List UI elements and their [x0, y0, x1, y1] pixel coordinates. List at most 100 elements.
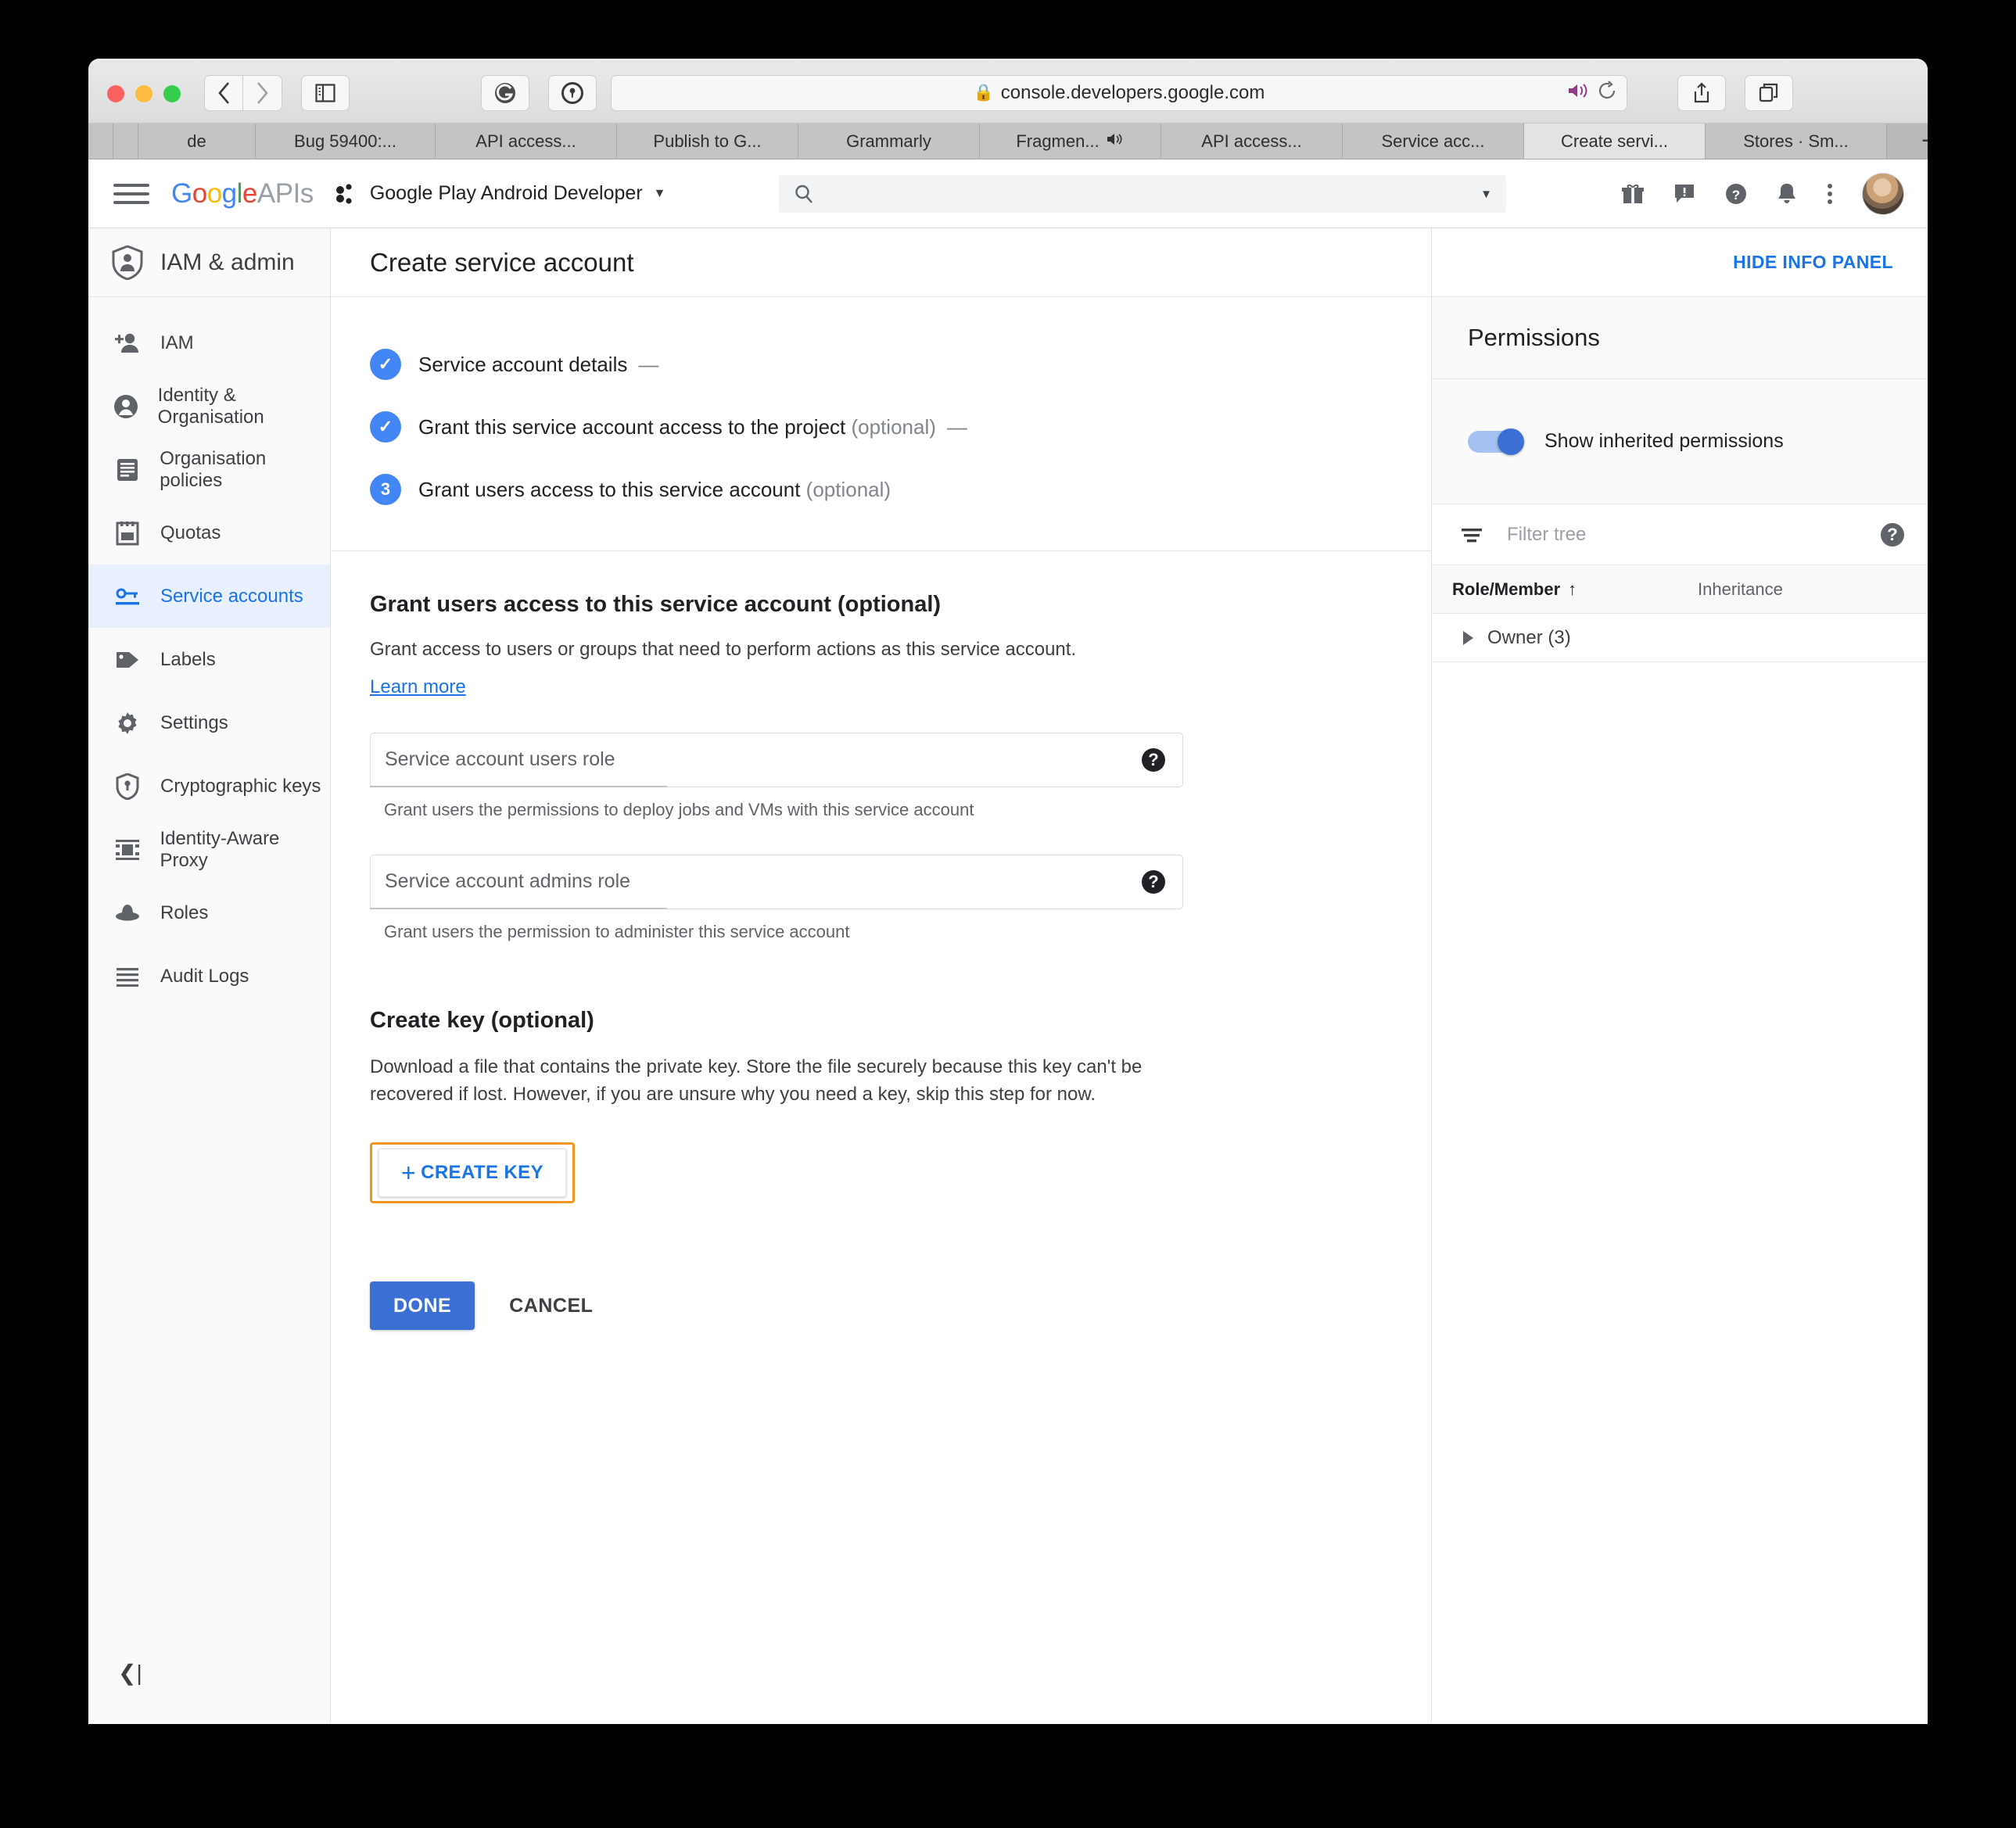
step-complete-check-icon: ✓ [370, 411, 401, 443]
back-button[interactable] [204, 75, 243, 111]
help-icon[interactable]: ? [1142, 869, 1165, 894]
column-header-role-member[interactable]: Role/Member ↑ [1432, 579, 1698, 600]
gift-icon[interactable] [1621, 182, 1645, 206]
tab-overview-button[interactable] [1745, 75, 1793, 111]
tab-overview-icon [1759, 83, 1778, 102]
browser-tab[interactable]: API access... [436, 124, 617, 159]
triangle-right-icon[interactable] [1463, 630, 1473, 645]
browser-tab-label: Fragmen... [1016, 131, 1099, 151]
filter-tree-input[interactable]: Filter tree [1507, 524, 1857, 546]
project-selector[interactable]: Google Play Android Developer ▼ [335, 182, 665, 205]
feedback-icon[interactable] [1673, 182, 1696, 206]
google-apis-logo: GoogleAPIs [171, 178, 314, 210]
person-add-icon [113, 332, 142, 355]
sidebar-item-identity-aware-proxy[interactable]: Identity-Aware Proxy [88, 818, 330, 881]
admins-role-hint: Grant users the permission to administer… [384, 921, 850, 941]
help-icon[interactable]: ? [1724, 182, 1748, 206]
maximize-window-button[interactable] [163, 85, 181, 102]
browser-tab[interactable]: Service acc... [1343, 124, 1524, 159]
sidebar-item-label: Roles [160, 901, 209, 923]
browser-tab[interactable] [88, 124, 113, 159]
browser-tab[interactable]: Stores · Sm... [1706, 124, 1887, 159]
speaker-muted-icon[interactable] [1567, 81, 1589, 106]
learn-more-link[interactable]: Learn more [370, 676, 466, 698]
browser-tab[interactable]: Publish to G... [617, 124, 798, 159]
sidebar-item-labels[interactable]: Labels [88, 628, 330, 691]
address-bar[interactable]: 🔒 console.developers.google.com [611, 75, 1627, 111]
filter-tree-icon[interactable] [1460, 525, 1483, 544]
cancel-button[interactable]: CANCEL [498, 1295, 604, 1317]
sidebar-item-label: Identity & Organisation [157, 384, 264, 428]
show-inherited-permissions-row: Show inherited permissions [1432, 379, 1928, 504]
browser-tab[interactable]: Create servi... [1524, 124, 1706, 159]
tab-audio-icon[interactable] [1106, 131, 1125, 152]
shield-key-icon [113, 772, 142, 800]
notifications-icon[interactable] [1776, 182, 1798, 206]
browser-tab[interactable] [113, 124, 138, 159]
hamburger-menu-icon[interactable] [113, 183, 149, 204]
sidebar-item-organisation-policies[interactable]: Organisation policies [88, 438, 330, 501]
sidebar-item-service-accounts[interactable]: Service accounts [88, 565, 330, 628]
grammarly-extension-button[interactable] [481, 75, 529, 111]
address-bar-controls [1567, 76, 1617, 110]
sidebar-item-cryptographic-keys[interactable]: Cryptographic keys [88, 754, 330, 818]
sidebar-item-audit-logs[interactable]: Audit Logs [88, 944, 330, 1008]
browser-tab-label: Grammarly [846, 131, 931, 151]
forward-button[interactable] [243, 75, 282, 111]
show-inherited-permissions-toggle[interactable] [1468, 428, 1524, 455]
sidebar-toggle-icon [315, 84, 335, 102]
service-account-users-role-input[interactable]: Service account users role ? [370, 732, 1183, 787]
help-icon[interactable]: ? [1142, 747, 1165, 772]
collapse-panel-icon[interactable]: ❮| [118, 1660, 142, 1686]
done-button[interactable]: DONE [370, 1281, 475, 1331]
browser-tab[interactable]: Grammarly [798, 124, 980, 159]
project-selector-label: Google Play Android Developer [369, 182, 643, 204]
create-key-description: Download a file that contains the privat… [370, 1056, 1143, 1105]
service-account-admins-role-input[interactable]: Service account admins role ? [370, 854, 1183, 909]
browser-tab[interactable]: Bug 59400:... [256, 124, 436, 159]
close-window-button[interactable] [107, 85, 124, 102]
sidebar-item-iam[interactable]: IAM [88, 311, 330, 375]
reload-icon[interactable] [1598, 80, 1617, 106]
sidebar-item-quotas[interactable]: Quotas [88, 501, 330, 565]
logo-letter-o1: o [192, 177, 207, 209]
minimize-window-button[interactable] [135, 85, 152, 102]
avatar[interactable] [1862, 172, 1904, 215]
create-key-button[interactable]: + CREATE KEY [378, 1149, 566, 1198]
search-input[interactable]: ▼ [779, 175, 1506, 213]
wizard-step[interactable]: 3 Grant users access to this service acco… [370, 458, 1431, 521]
hide-info-panel-button[interactable]: HIDE INFO PANEL [1733, 252, 1893, 273]
onepassword-extension-button[interactable] [548, 75, 597, 111]
new-tab-button[interactable]: + [1887, 124, 1928, 159]
share-button[interactable] [1677, 75, 1726, 111]
help-icon[interactable]: ? [1881, 522, 1904, 547]
more-vert-icon[interactable] [1826, 182, 1834, 206]
app-body: IAM & admin IAM Identity & Organisation Or… [88, 228, 1928, 1723]
grammarly-extension-icon [495, 83, 515, 103]
wizard-step-label: Grant users access to this service accou… [418, 478, 891, 502]
address-bar-url: console.developers.google.com [1000, 82, 1265, 103]
column-header-role-member-label: Role/Member [1452, 579, 1561, 599]
project-dots-icon [335, 183, 352, 204]
browser-tab[interactable]: API access... [1161, 124, 1343, 159]
logo-letter-o2: o [206, 177, 222, 209]
browser-tab[interactable]: de [138, 124, 256, 159]
browser-tab-label: Create servi... [1561, 131, 1668, 151]
sidebar-toggle-button[interactable] [301, 75, 350, 111]
wizard-step[interactable]: ✓ Grant this service account access to th… [370, 396, 1431, 458]
main-content: Create service account ✓ Service account … [331, 228, 1431, 1723]
wizard-steps: ✓ Service account details — ✓ Grant this ser… [331, 297, 1431, 551]
share-icon [1694, 82, 1709, 103]
permissions-row[interactable]: Owner (3) [1432, 614, 1928, 662]
wizard-step-dash: — [946, 414, 967, 439]
sidebar-item-settings[interactable]: Settings [88, 691, 330, 754]
sidebar-item-roles[interactable]: Roles [88, 881, 330, 944]
browser-tab[interactable]: Fragmen... [980, 124, 1161, 159]
wizard-step[interactable]: ✓ Service account details — [370, 333, 1431, 396]
wizard-step-optional: (optional) [845, 414, 936, 439]
chevron-down-icon[interactable]: ▼ [1480, 188, 1492, 201]
sidebar-item-label: Settings [160, 711, 228, 733]
list-lines-icon [113, 966, 142, 987]
sidebar-item-identity-organisation[interactable]: Identity & Organisation [88, 375, 330, 438]
permissions-row-role: Owner (3) [1487, 626, 1571, 648]
